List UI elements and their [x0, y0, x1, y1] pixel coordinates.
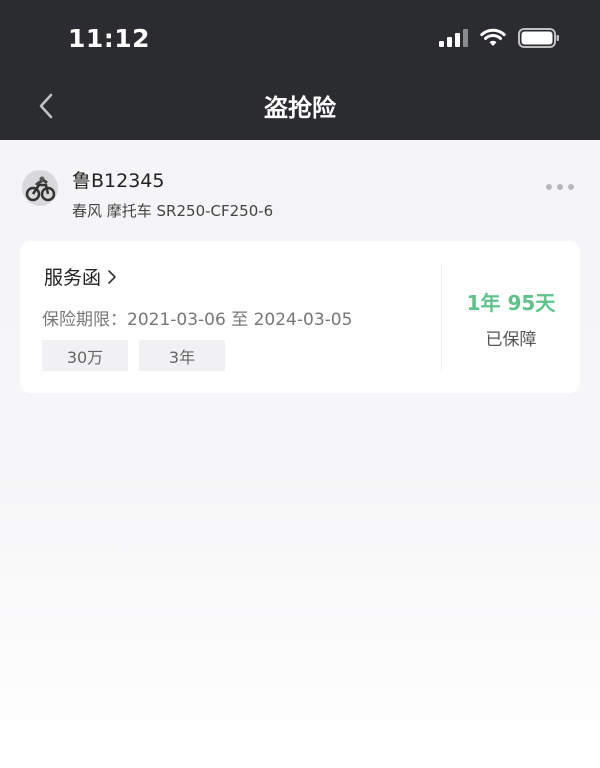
protected-label: 已保障: [485, 330, 537, 350]
card-divider: [441, 263, 442, 371]
more-dot-icon: [568, 184, 574, 190]
service-letter-link[interactable]: 服务函: [44, 263, 117, 290]
chevron-right-icon: [108, 269, 116, 284]
more-dot-icon: [546, 184, 552, 190]
insurance-period: 保险期限：2021-03-06 至 2024-03-05: [42, 310, 353, 330]
protected-duration: 1年 95天: [466, 291, 556, 315]
coverage-amount-tag: 30万: [42, 340, 128, 371]
policy-card[interactable]: 服务函 保险期限：2021-03-06 至 2024-03-05 30万 3年 …: [20, 241, 580, 393]
signal-icon: [439, 29, 468, 47]
status-time: 11:12: [68, 24, 151, 53]
plate-number: 鲁B12345: [72, 170, 165, 192]
coverage-term-tag: 3年: [139, 340, 225, 371]
wifi-icon: [480, 28, 506, 46]
more-dot-icon: [557, 184, 563, 190]
vehicle-model: 春风 摩托车 SR250-CF250-6: [72, 202, 274, 220]
service-letter-label: 服务函: [44, 267, 102, 289]
page-title: 盗抢险: [264, 94, 336, 122]
more-options-button[interactable]: [542, 180, 578, 194]
top-bar: 11:12 盗抢险: [0, 0, 600, 140]
status-icons: [439, 28, 560, 48]
vehicle-info: 鲁B12345 春风 摩托车 SR250-CF250-6: [22, 166, 578, 226]
motorcycle-icon: [25, 176, 56, 202]
vehicle-avatar: [22, 170, 58, 206]
coverage-tags: 30万 3年: [42, 340, 225, 371]
battery-icon: [518, 28, 559, 48]
